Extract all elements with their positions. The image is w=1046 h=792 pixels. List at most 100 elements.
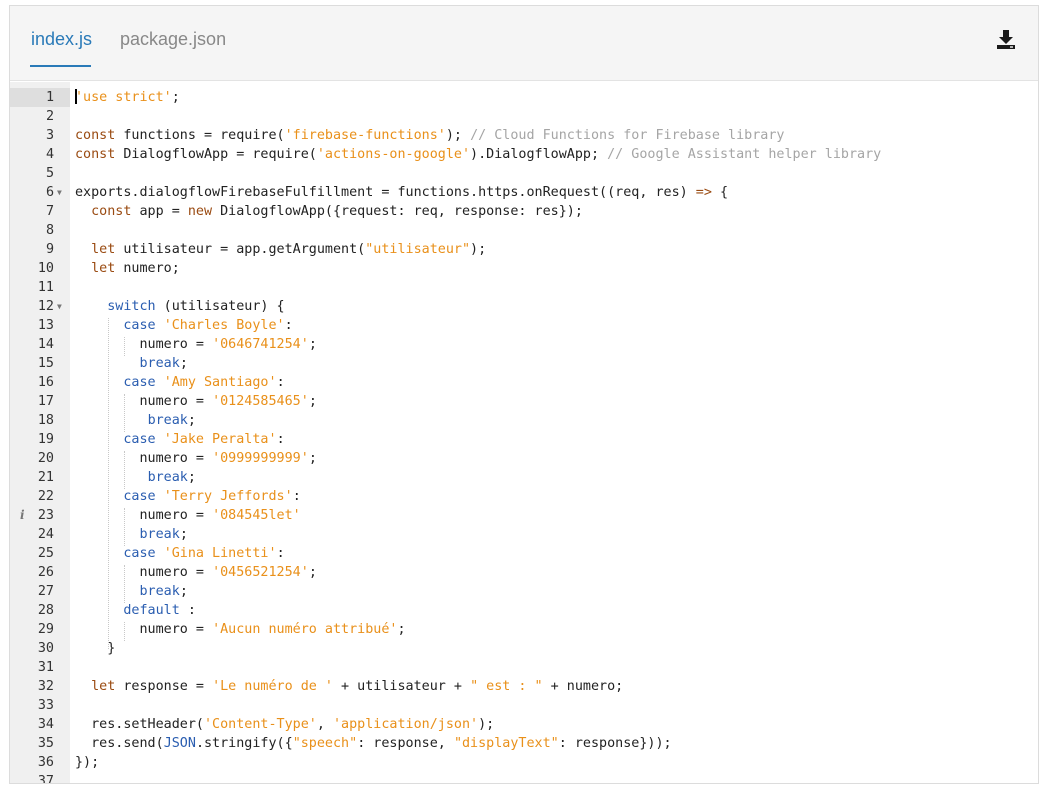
- code-text: res.send(JSON.stringify({"speech": respo…: [75, 736, 672, 751]
- code-text: }: [75, 641, 116, 656]
- line-number: 34: [37, 717, 54, 732]
- code-line[interactable]: 4 const DialogflowApp = require('actions-…: [10, 145, 1038, 164]
- line-number: 35: [37, 736, 54, 751]
- code-editor[interactable]: 1'use strict'; 2 3 const functions = requir…: [10, 82, 1038, 784]
- line-number: 28: [37, 603, 54, 618]
- code-line[interactable]: 37: [10, 772, 1038, 784]
- code-line[interactable]: 10 let numero;: [10, 259, 1038, 278]
- code-line[interactable]: 7 const app = new DialogflowApp({request…: [10, 202, 1038, 221]
- line-number: 36: [37, 755, 54, 770]
- code-text: numero = '0456521254';: [75, 565, 317, 580]
- code-text: res.setHeader('Content-Type', 'applicati…: [75, 717, 495, 732]
- indent-guide: [124, 565, 125, 603]
- line-number: 9: [45, 242, 54, 257]
- code-line[interactable]: 12 ▼ switch (utilisateur) {: [10, 297, 1038, 316]
- active-tab-indicator: [30, 65, 91, 67]
- code-text: case 'Amy Santiago':: [123, 375, 285, 390]
- code-line[interactable]: 36});: [10, 753, 1038, 772]
- line-number: 1: [10, 88, 70, 107]
- line-number: 8: [45, 223, 54, 238]
- line-number: 18: [37, 413, 54, 428]
- code-line[interactable]: 22 case 'Terry Jeffords':: [10, 487, 1038, 506]
- code-text: break;: [139, 527, 188, 542]
- code-line[interactable]: 6 ▼ exports.dialogflowFirebaseFulfillment …: [10, 183, 1038, 202]
- line-number: 22: [37, 489, 54, 504]
- line-number: 14: [37, 337, 54, 352]
- line-number: 6: [45, 185, 54, 200]
- code-line[interactable]: 35 res.send(JSON.stringify({"speech": re…: [10, 734, 1038, 753]
- code-line[interactable]: 16 case 'Amy Santiago':: [10, 373, 1038, 392]
- code-line[interactable]: 26 numero = '0456521254';: [10, 563, 1038, 582]
- line-number: 23: [37, 508, 54, 523]
- code-line[interactable]: 20 numero = '0999999999';: [10, 449, 1038, 468]
- line-number: 16: [37, 375, 54, 390]
- line-number: 26: [37, 565, 54, 580]
- line-number: 11: [37, 280, 54, 295]
- code-viewer: index.js package.json 1'use strict'; 2 3 co…: [9, 5, 1039, 784]
- line-number: 21: [37, 470, 54, 485]
- tab-index-js[interactable]: index.js: [31, 29, 92, 50]
- code-line[interactable]: 13 case 'Charles Boyle':: [10, 316, 1038, 335]
- code-line[interactable]: 34 res.setHeader('Content-Type', 'applic…: [10, 715, 1038, 734]
- code-line[interactable]: 15 break;: [10, 354, 1038, 373]
- line-number: 19: [37, 432, 54, 447]
- code-line[interactable]: 24 break;: [10, 525, 1038, 544]
- code-line[interactable]: 30 }: [10, 639, 1038, 658]
- indent-guide: [124, 337, 125, 356]
- fold-arrow-icon[interactable]: ▼: [57, 297, 62, 316]
- code-text: });: [75, 755, 100, 770]
- code-text: break;: [147, 470, 196, 485]
- line-number: 2: [45, 109, 54, 124]
- code-line[interactable]: 11: [10, 278, 1038, 297]
- code-line[interactable]: 23 i numero = '084545let': [10, 506, 1038, 525]
- code-text: const DialogflowApp = require('actions-o…: [75, 147, 882, 162]
- indent-guide: [124, 508, 125, 546]
- line-number: 7: [45, 204, 54, 219]
- code-line[interactable]: 5: [10, 164, 1038, 183]
- code-line[interactable]: 33: [10, 696, 1038, 715]
- code-text: let response = 'Le numéro de ' + utilisa…: [91, 679, 624, 694]
- code-text: const functions = require('firebase-func…: [75, 128, 785, 143]
- tab-package-json[interactable]: package.json: [120, 29, 226, 50]
- line-number: 4: [45, 147, 54, 162]
- code-line[interactable]: 25 case 'Gina Linetti':: [10, 544, 1038, 563]
- line-number: 37: [37, 774, 54, 784]
- code-line[interactable]: 14 numero = '0646741254';: [10, 335, 1038, 354]
- code-text: switch (utilisateur) {: [107, 299, 285, 314]
- line-number: 10: [37, 261, 54, 276]
- line-number: 33: [37, 698, 54, 713]
- code-line[interactable]: 2: [10, 107, 1038, 126]
- code-text: 'use strict';: [75, 89, 180, 105]
- code-text: case 'Gina Linetti':: [123, 546, 285, 561]
- fold-arrow-icon[interactable]: ▼: [57, 183, 62, 202]
- code-line[interactable]: 9 let utilisateur = app.getArgument("uti…: [10, 240, 1038, 259]
- info-annotation-icon[interactable]: i: [20, 506, 25, 525]
- code-text: break;: [147, 413, 196, 428]
- line-number: 27: [37, 584, 54, 599]
- code-line[interactable]: 3 const functions = require('firebase-fun…: [10, 126, 1038, 145]
- line-number: 5: [45, 166, 54, 181]
- code-text: default :: [123, 603, 196, 618]
- indent-guide: [124, 622, 125, 641]
- code-line[interactable]: 1 'use strict';: [10, 88, 1038, 107]
- line-number: 25: [37, 546, 54, 561]
- line-number: 29: [37, 622, 54, 637]
- line-number: 3: [45, 128, 54, 143]
- code-line[interactable]: 21 break;: [10, 468, 1038, 487]
- code-line[interactable]: 31: [10, 658, 1038, 677]
- code-text: exports.dialogflowFirebaseFulfillment = …: [75, 185, 729, 200]
- line-number: 15: [37, 356, 54, 371]
- code-line[interactable]: 29 numero = 'Aucun numéro attribué';: [10, 620, 1038, 639]
- code-line[interactable]: 18 break;: [10, 411, 1038, 430]
- code-text: const app = new DialogflowApp({request: …: [91, 204, 583, 219]
- code-line[interactable]: 28 default :: [10, 601, 1038, 620]
- code-line[interactable]: 8: [10, 221, 1038, 240]
- code-text: break;: [139, 356, 188, 371]
- file-tab-bar: index.js package.json: [10, 6, 1038, 81]
- code-line[interactable]: 19 case 'Jake Peralta':: [10, 430, 1038, 449]
- download-icon[interactable]: [994, 27, 1018, 51]
- code-line[interactable]: 27 break;: [10, 582, 1038, 601]
- code-text: numero = '0124585465';: [75, 394, 317, 409]
- code-line[interactable]: 17 numero = '0124585465';: [10, 392, 1038, 411]
- code-line[interactable]: 32 let response = 'Le numéro de ' + util…: [10, 677, 1038, 696]
